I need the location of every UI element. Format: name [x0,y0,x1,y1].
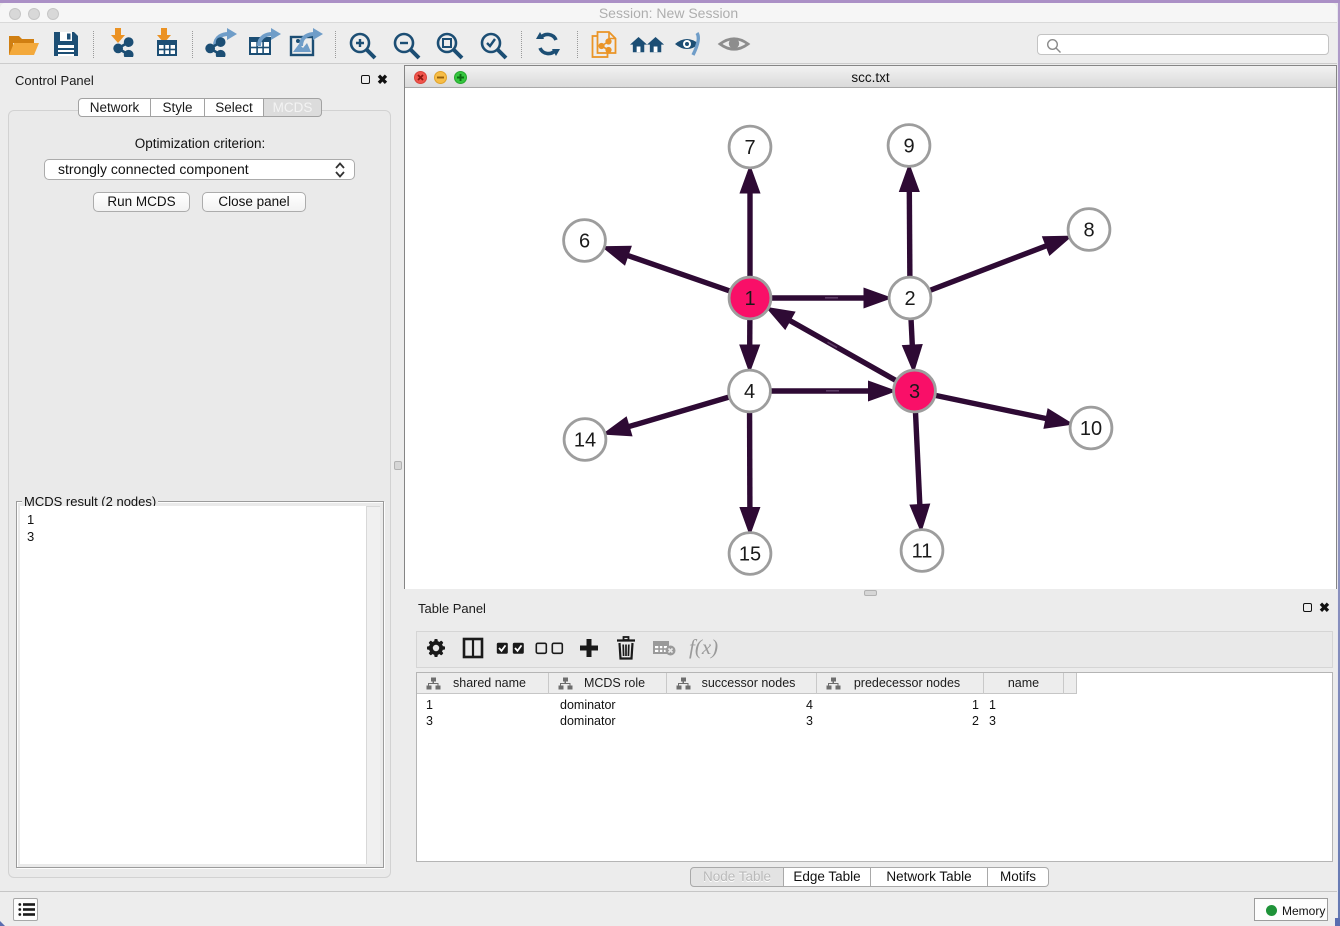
svg-text:2: 2 [904,288,915,310]
svg-text:15: 15 [739,544,761,566]
svg-text:9: 9 [903,136,914,158]
svg-text:11: 11 [912,541,933,563]
svg-text:7: 7 [744,137,755,159]
svg-text:3: 3 [909,381,920,403]
svg-text:14: 14 [574,430,596,452]
svg-text:10: 10 [1080,418,1102,440]
svg-text:6: 6 [579,231,590,253]
svg-text:8: 8 [1083,220,1094,242]
svg-text:1: 1 [744,288,755,310]
svg-text:4: 4 [744,381,755,403]
